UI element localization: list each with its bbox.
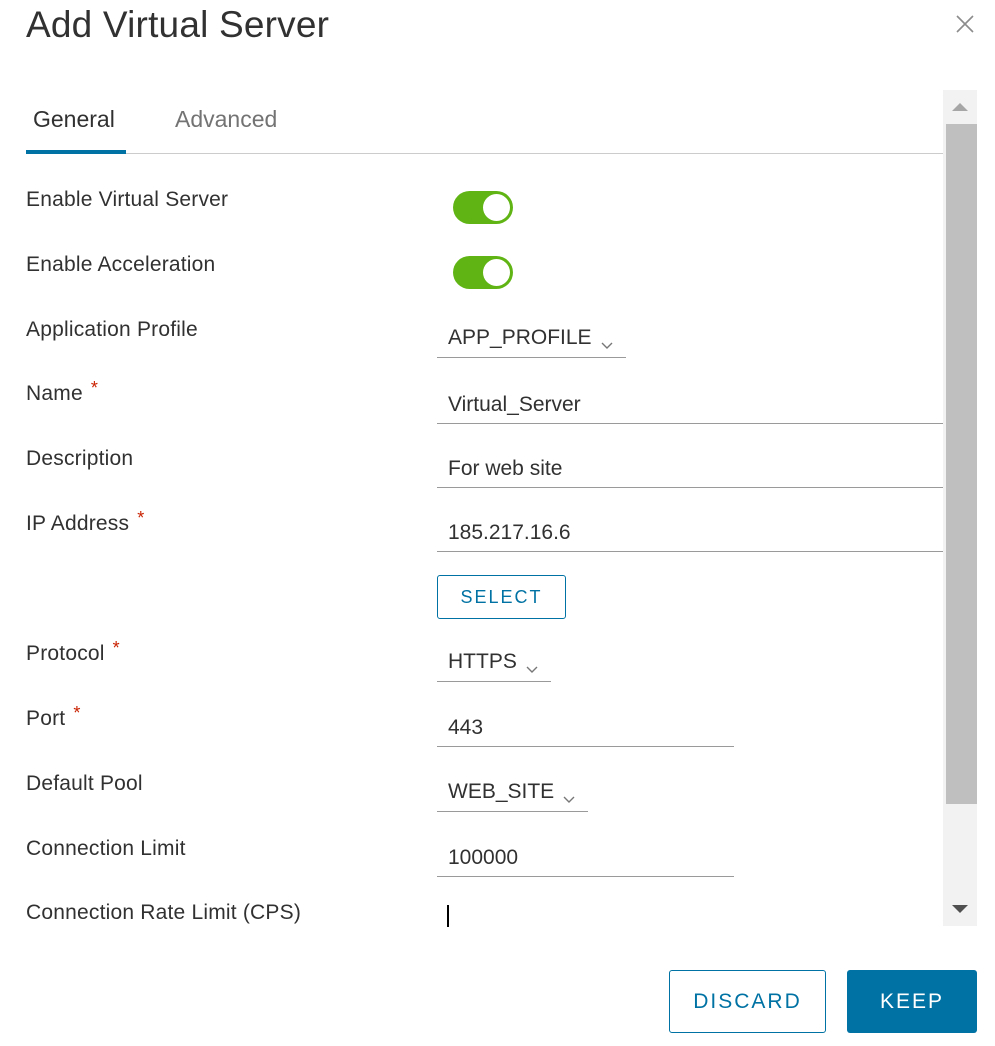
application-profile-value: APP_PROFILE bbox=[448, 326, 592, 349]
enable-virtual-server-label: Enable Virtual Server bbox=[26, 188, 229, 211]
tab-advanced[interactable]: Advanced bbox=[175, 106, 277, 153]
port-input[interactable]: 443 bbox=[437, 713, 734, 747]
tab-general[interactable]: General bbox=[26, 106, 126, 154]
enable-virtual-server-toggle[interactable] bbox=[453, 191, 513, 224]
name-label-text: Name bbox=[26, 382, 83, 405]
port-label: Port * bbox=[26, 703, 81, 731]
description-label: Description bbox=[26, 447, 134, 470]
connection-limit-label: Connection Limit bbox=[26, 837, 186, 860]
default-pool-value: WEB_SITE bbox=[448, 780, 555, 803]
protocol-label: Protocol * bbox=[26, 638, 120, 666]
chevron-down-icon bbox=[525, 655, 539, 674]
scroll-up-arrow-icon[interactable] bbox=[943, 90, 977, 124]
tab-bar: General Advanced bbox=[26, 100, 943, 154]
keep-button[interactable]: KEEP bbox=[847, 970, 977, 1033]
vertical-scrollbar[interactable] bbox=[943, 90, 977, 926]
ip-address-label: IP Address * bbox=[26, 508, 144, 536]
application-profile-label: Application Profile bbox=[26, 318, 198, 341]
name-label: Name * bbox=[26, 378, 98, 406]
discard-button[interactable]: DISCARD bbox=[669, 970, 826, 1033]
enable-acceleration-toggle[interactable] bbox=[453, 256, 513, 289]
required-indicator: * bbox=[112, 638, 120, 658]
application-profile-select[interactable]: APP_PROFILE bbox=[437, 324, 626, 358]
required-indicator: * bbox=[137, 508, 145, 528]
toggle-knob bbox=[483, 194, 510, 221]
scroll-thumb[interactable] bbox=[946, 124, 977, 804]
required-indicator: * bbox=[90, 378, 99, 398]
port-label-text: Port bbox=[26, 707, 66, 730]
default-pool-select[interactable]: WEB_SITE bbox=[437, 778, 588, 812]
protocol-value: HTTPS bbox=[448, 650, 517, 673]
required-indicator: * bbox=[73, 703, 81, 723]
chevron-down-icon bbox=[600, 331, 614, 350]
toggle-knob bbox=[483, 259, 510, 286]
select-ip-button[interactable]: SELECT bbox=[437, 575, 566, 619]
scroll-down-arrow-icon[interactable] bbox=[943, 892, 977, 926]
enable-acceleration-label: Enable Acceleration bbox=[26, 253, 216, 276]
name-input[interactable]: Virtual_Server bbox=[437, 390, 943, 424]
protocol-label-text: Protocol bbox=[26, 642, 105, 665]
ip-address-label-text: IP Address bbox=[26, 512, 130, 535]
dialog-title: Add Virtual Server bbox=[26, 4, 330, 45]
protocol-select[interactable]: HTTPS bbox=[437, 648, 551, 682]
connection-limit-input[interactable]: 100000 bbox=[437, 843, 734, 877]
text-cursor bbox=[447, 905, 449, 927]
default-pool-label: Default Pool bbox=[26, 772, 143, 795]
ip-address-input[interactable]: 185.217.16.6 bbox=[437, 518, 943, 552]
description-input[interactable]: For web site bbox=[437, 454, 943, 488]
chevron-down-icon bbox=[562, 785, 576, 804]
connection-rate-limit-label: Connection Rate Limit (CPS) bbox=[26, 901, 302, 924]
close-icon[interactable] bbox=[953, 12, 977, 36]
